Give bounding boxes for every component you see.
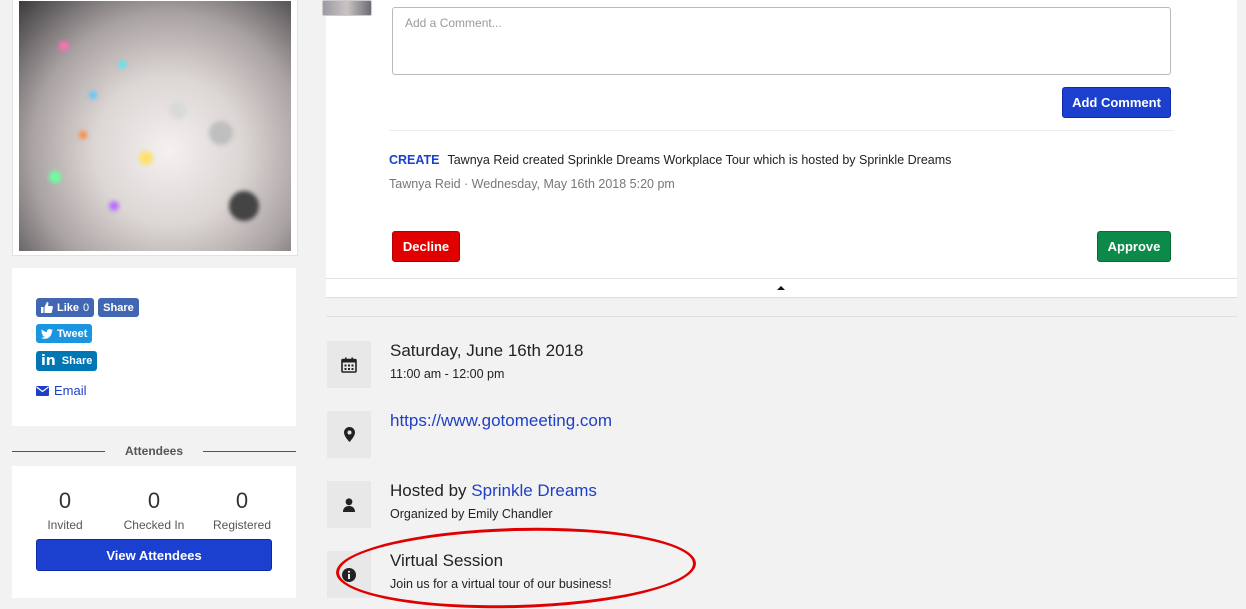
stat-checked-in: 0 Checked In (104, 488, 204, 532)
stat-value: 0 (58, 488, 72, 513)
session-title: Virtual Session (390, 551, 504, 570)
facebook-share-label: Share (103, 301, 134, 314)
tweet-button[interactable]: Tweet (36, 324, 93, 343)
event-time: 11:00 am - 12:00 pm (390, 367, 505, 381)
attendees-card: 0 Invited 0 Checked In 0 Registered View… (12, 466, 296, 598)
stat-invited: 0 Invited (15, 488, 115, 532)
host-link[interactable]: Sprinkle Dreams (471, 481, 597, 500)
facebook-like-label: Like (57, 301, 80, 314)
envelope-icon (36, 385, 49, 396)
facebook-like-count: 0 (83, 301, 90, 314)
facebook-share-button[interactable]: Share (98, 298, 139, 317)
divider (203, 450, 297, 452)
session-description: Join us for a virtual tour of our busine… (390, 577, 612, 591)
activity-meta: Tawnya Reid · Wednesday, May 16th 2018 5… (389, 177, 675, 191)
activity-type-badge: CREATE (389, 153, 440, 167)
activity-message: Tawnya Reid created Sprinkle Dreams Work… (447, 153, 952, 167)
add-comment-button[interactable]: Add Comment (1062, 87, 1171, 118)
stat-value: 0 (235, 488, 249, 513)
hosted-by: Hosted by Sprinkle Dreams (390, 481, 597, 501)
divider (326, 278, 1237, 279)
attendees-heading: Attendees (12, 440, 297, 462)
location-icon-box (327, 411, 371, 458)
stat-label: Registered (212, 518, 272, 532)
map-marker-icon (343, 427, 355, 442)
activity-log-entry: CREATE Tawnya Reid created Sprinkle Dream… (389, 153, 951, 167)
stat-label: Invited (47, 518, 83, 532)
info-icon-box (327, 551, 371, 598)
view-attendees-button[interactable]: View Attendees (36, 539, 272, 571)
event-image (19, 1, 291, 251)
divider (389, 130, 1174, 131)
approve-button[interactable]: Approve (1097, 231, 1171, 262)
date-icon-box (327, 341, 371, 388)
collapse-caret-icon[interactable] (777, 286, 785, 290)
event-date: Saturday, June 16th 2018 (390, 341, 584, 360)
facebook-like-button[interactable]: Like 0 (36, 298, 95, 317)
linkedin-icon: in (41, 353, 56, 369)
facebook-buttons: Like 0 Share (36, 298, 139, 317)
commenter-avatar (322, 0, 372, 16)
host-icon-box (327, 481, 371, 528)
twitter-bird-icon (41, 328, 53, 339)
comment-input[interactable] (392, 7, 1171, 75)
hosted-by-prefix: Hosted by (390, 481, 467, 500)
divider (12, 450, 105, 452)
linkedin-share-button[interactable]: in Share (36, 351, 98, 371)
decline-button[interactable]: Decline (392, 231, 460, 262)
linkedin-share-label: Share (61, 355, 93, 367)
tweet-label: Tweet (57, 327, 88, 340)
email-share-link[interactable]: Email (36, 383, 87, 398)
stat-value: 0 (147, 488, 161, 513)
event-image-card (12, 0, 298, 256)
thumbs-up-icon (41, 302, 53, 313)
stat-label: Checked In (123, 518, 185, 532)
location-link[interactable]: https://www.gotomeeting.com (390, 411, 612, 431)
user-icon (343, 497, 355, 512)
share-card: Like 0 Share Tweet in Share Email (12, 268, 296, 426)
email-label: Email (54, 383, 87, 398)
info-circle-icon (342, 567, 356, 582)
calendar-icon (341, 357, 357, 373)
stat-registered: 0 Registered (192, 488, 292, 532)
attendees-heading-label: Attendees (125, 444, 184, 458)
organizer: Organized by Emily Chandler (390, 507, 553, 521)
divider (326, 316, 1237, 317)
